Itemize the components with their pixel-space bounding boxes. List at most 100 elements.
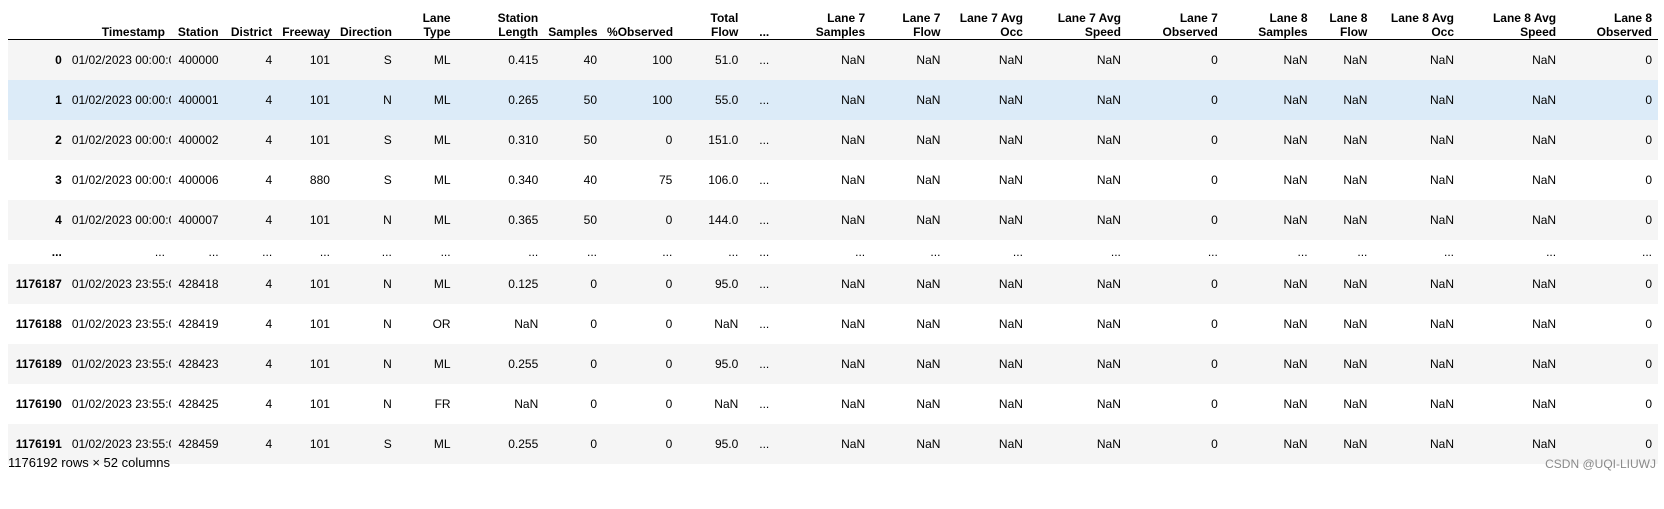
table-cell: NaN	[1096, 93, 1121, 107]
table-cell: 0	[1211, 213, 1218, 227]
row-index: 1176190	[15, 397, 62, 411]
table-cell: ...	[759, 245, 770, 259]
table-cell: 0	[665, 357, 673, 371]
table-cell: NaN	[998, 437, 1023, 451]
table-cell: ML	[433, 213, 451, 227]
table-cell: NaN	[1096, 357, 1121, 371]
table-row[interactable]: 4 01/02/2023 00:00:00 400007 4 101 N ML 0.365 50…	[8, 200, 1658, 240]
table-cell: 0	[1211, 53, 1218, 67]
table-cell: ML	[433, 277, 451, 291]
table-cell: 101	[309, 213, 330, 227]
table-cell: NaN	[916, 213, 941, 227]
table-cell: ...	[759, 173, 770, 187]
column-header: Lane 8 Flow	[1313, 0, 1374, 40]
table-row[interactable]: 1176190 01/02/2023 23:55:00 428425 4 101 N FR N…	[8, 384, 1658, 424]
table-cell: NaN	[1096, 133, 1121, 147]
table-cell: 01/02/2023 23:55:00	[71, 397, 171, 411]
table-cell: NaN	[1532, 397, 1557, 411]
table-cell: 4	[265, 397, 273, 411]
table-cell: 101	[309, 437, 330, 451]
row-index: 4	[55, 213, 62, 227]
table-row[interactable]: 1176191 01/02/2023 23:55:00 428459 4 101 S ML 0…	[8, 424, 1658, 464]
table-cell: 0	[1645, 133, 1652, 147]
table-cell: NaN	[998, 357, 1023, 371]
table-cell: ...	[154, 245, 165, 259]
table-cell: 0	[1211, 437, 1218, 451]
table-cell: NaN	[998, 317, 1023, 331]
table-cell: NaN	[514, 397, 539, 411]
table-cell: 100	[652, 53, 673, 67]
table-cell: NaN	[998, 397, 1023, 411]
table-cell: NaN	[841, 317, 866, 331]
table-cell: NaN	[916, 397, 941, 411]
table-cell: NaN	[1283, 93, 1308, 107]
table-cell: 101	[309, 277, 330, 291]
table-cell: ...	[759, 53, 770, 67]
table-cell: ML	[433, 93, 451, 107]
table-cell: N	[383, 317, 392, 331]
table-cell: NaN	[916, 437, 941, 451]
table-row[interactable]: 0 01/02/2023 00:00:00 400000 4 101 S ML 0.415 40…	[8, 39, 1658, 80]
column-header: Station	[170, 0, 225, 40]
table-cell: NaN	[1429, 133, 1454, 147]
table-cell: 0	[590, 357, 598, 371]
table-cell: N	[383, 397, 392, 411]
table-cell: ...	[930, 245, 941, 259]
column-header: Samples	[544, 0, 604, 40]
table-cell: NaN	[841, 53, 866, 67]
table-cell: 0.340	[508, 173, 539, 187]
table-cell: 0	[1211, 93, 1218, 107]
table-row[interactable]: 2 01/02/2023 00:00:00 400002 4 101 S ML 0.310 50…	[8, 120, 1658, 160]
table-cell: 0	[665, 397, 673, 411]
table-cell: 0.255	[508, 437, 539, 451]
table-cell: 4	[265, 357, 273, 371]
table-cell: ...	[728, 245, 739, 259]
table-cell: 50	[583, 93, 598, 107]
index-header	[8, 0, 68, 40]
table-cell: 4	[265, 437, 273, 451]
column-header: Lane 8 Samples	[1223, 0, 1314, 40]
table-cell: NaN	[1283, 357, 1308, 371]
table-cell: NaN	[1343, 93, 1368, 107]
table-cell: 0.255	[508, 357, 539, 371]
table-row[interactable]: 3 01/02/2023 00:00:00 400006 4 880 S ML 0.340 40…	[8, 160, 1658, 200]
table-cell: NaN	[998, 93, 1023, 107]
table-cell: S	[383, 437, 392, 451]
table-cell: 0	[1645, 93, 1652, 107]
watermark-text: CSDN @UQI-LIUWJ	[1545, 457, 1656, 471]
table-cell: NaN	[714, 317, 739, 331]
row-index: 1176188	[15, 317, 62, 331]
table-cell: NaN	[1532, 317, 1557, 331]
table-cell: 428423	[178, 357, 219, 371]
table-row[interactable]: 1 01/02/2023 00:00:00 400001 4 101 N ML 0.265 50…	[8, 80, 1658, 120]
table-body: 0 01/02/2023 00:00:00 400000 4 101 S ML 0.415 40…	[8, 39, 1658, 464]
table-cell: N	[383, 277, 392, 291]
column-header: Lane 7 Avg Occ	[946, 0, 1029, 40]
table-cell: 100	[652, 93, 673, 107]
table-cell: 0.415	[508, 53, 539, 67]
table-cell: 0	[665, 213, 673, 227]
table-row[interactable]: 1176187 01/02/2023 23:55:00 428418 4 101 N ML 0…	[8, 264, 1658, 304]
table-row-ellipsis[interactable]: ........................................…	[8, 240, 1658, 264]
table-cell: NaN	[1096, 277, 1121, 291]
table-cell: NaN	[1429, 317, 1454, 331]
column-header: Timestamp	[67, 0, 171, 40]
table-cell: 400007	[178, 213, 219, 227]
table-cell: NaN	[1283, 133, 1308, 147]
table-cell: NaN	[916, 133, 941, 147]
table-cell: NaN	[1429, 437, 1454, 451]
table-row[interactable]: 1176188 01/02/2023 23:55:00 428419 4 101 N OR N…	[8, 304, 1658, 344]
table-cell: NaN	[1532, 213, 1557, 227]
column-header: Freeway	[278, 0, 336, 40]
table-row[interactable]: 1176189 01/02/2023 23:55:00 428423 4 101 N ML 0…	[8, 344, 1658, 384]
table-cell: 101	[309, 397, 330, 411]
table-cell: NaN	[841, 437, 866, 451]
table-cell: NaN	[1343, 213, 1368, 227]
table-cell: S	[383, 53, 392, 67]
table-cell: NaN	[514, 317, 539, 331]
table-cell: ...	[1012, 245, 1023, 259]
table-cell: 101	[309, 93, 330, 107]
table-cell: N	[383, 213, 392, 227]
row-index: 1176187	[15, 277, 62, 291]
table-cell: 101	[309, 357, 330, 371]
